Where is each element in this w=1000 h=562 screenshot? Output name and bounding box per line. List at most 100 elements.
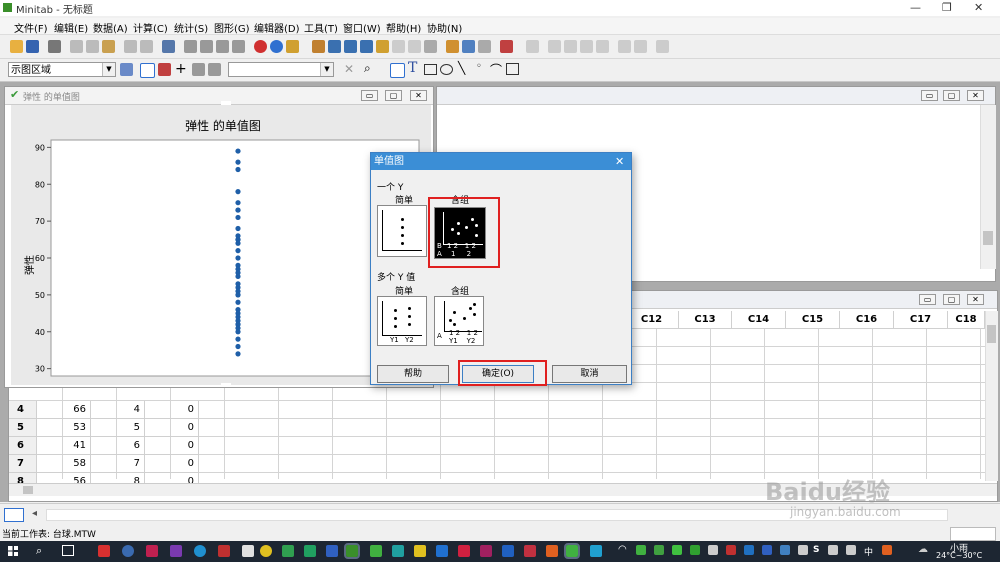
- worksheet-vertical-scrollbar[interactable]: [985, 311, 998, 481]
- app-icon[interactable]: [218, 545, 230, 557]
- graph-area[interactable]: 弹性 的单值图 弹性 30 40 50 60 70 80 90: [7, 101, 431, 387]
- info-icon[interactable]: [360, 40, 373, 53]
- ruler-icon[interactable]: [656, 40, 669, 53]
- session-window-icon[interactable]: [312, 40, 325, 53]
- column-header-c14[interactable]: C14: [732, 311, 786, 329]
- statguide-icon[interactable]: [286, 40, 299, 53]
- set-id-icon[interactable]: [564, 40, 577, 53]
- column-header-c16[interactable]: C16: [840, 311, 894, 329]
- close-icon[interactable]: ✕: [967, 90, 984, 101]
- app-icon[interactable]: [590, 545, 602, 557]
- open-icon[interactable]: [10, 40, 23, 53]
- multi-y-with-groups-option[interactable]: A 1 2 1 2 Y1 Y2: [434, 296, 484, 346]
- delete-icon[interactable]: ✕: [344, 62, 354, 76]
- data-point[interactable]: [235, 148, 241, 154]
- tray-icon[interactable]: [672, 545, 682, 555]
- cell[interactable]: 7: [91, 455, 145, 473]
- data-point[interactable]: [235, 240, 241, 246]
- eraser-icon[interactable]: [634, 40, 647, 53]
- data-point[interactable]: [235, 166, 241, 173]
- polyline-tool-icon[interactable]: ⌒: [490, 61, 502, 78]
- app-icon[interactable]: [282, 545, 294, 557]
- insert-column-icon[interactable]: [200, 40, 213, 53]
- layout-icon[interactable]: [446, 40, 459, 53]
- tray-icon[interactable]: [828, 545, 838, 555]
- history-icon[interactable]: [376, 40, 389, 53]
- app-icon[interactable]: [546, 545, 558, 557]
- data-point[interactable]: [235, 248, 241, 254]
- tile-icon[interactable]: [478, 40, 491, 53]
- find-icon[interactable]: [216, 40, 229, 53]
- redo-icon[interactable]: [140, 40, 153, 53]
- maximize-icon[interactable]: ▢: [385, 90, 402, 101]
- app-icon[interactable]: [370, 545, 382, 557]
- app-icon[interactable]: [98, 545, 110, 557]
- selection-handle[interactable]: [7, 245, 11, 255]
- onenote-icon[interactable]: [170, 545, 182, 557]
- cell[interactable]: 66: [37, 401, 91, 419]
- rectangle-tool-icon[interactable]: [424, 64, 437, 75]
- data-point[interactable]: [235, 189, 241, 195]
- data-point[interactable]: [235, 336, 241, 342]
- copy-icon[interactable]: [86, 40, 99, 53]
- app-icon[interactable]: [480, 545, 492, 557]
- app-icon[interactable]: [304, 545, 316, 557]
- menu-tools[interactable]: 工具(T): [304, 20, 338, 35]
- menu-assist[interactable]: 协助(N): [427, 20, 462, 35]
- sheet-tab-icon[interactable]: [4, 508, 24, 522]
- paste-icon[interactable]: [102, 40, 115, 53]
- menu-editor[interactable]: 编辑器(D): [254, 20, 300, 35]
- app-icon[interactable]: [458, 545, 470, 557]
- data-point[interactable]: [235, 200, 241, 206]
- data-point[interactable]: [235, 255, 241, 261]
- column-icon[interactable]: [596, 40, 609, 53]
- search-icon[interactable]: ⌕: [36, 544, 42, 558]
- font-combo[interactable]: ▼: [228, 62, 334, 77]
- weather-icon[interactable]: ☁: [918, 544, 928, 555]
- scroll-thumb[interactable]: [23, 486, 33, 494]
- cell[interactable]: 5: [91, 419, 145, 437]
- menu-window[interactable]: 窗口(W): [343, 20, 381, 35]
- select-region-icon[interactable]: [120, 63, 133, 76]
- selection-handle[interactable]: [221, 101, 231, 105]
- flag-icon[interactable]: [192, 63, 205, 76]
- ime-indicator[interactable]: 中: [864, 545, 873, 558]
- cancel-button[interactable]: 取消: [552, 365, 627, 383]
- help-icon[interactable]: [270, 40, 283, 53]
- menu-help[interactable]: 帮助(H): [386, 20, 421, 35]
- individual-value-plot[interactable]: 弹性 的单值图 弹性 30405060708090: [11, 105, 431, 385]
- ellipse-tool-icon[interactable]: [440, 64, 453, 75]
- minimize-icon[interactable]: ▭: [919, 294, 936, 305]
- chart-title[interactable]: 弹性 的单值图: [185, 118, 261, 133]
- weather-temperature[interactable]: 24°C~30°C: [936, 551, 982, 560]
- close-icon[interactable]: ✕: [410, 90, 427, 101]
- minimize-icon[interactable]: ▭: [921, 90, 938, 101]
- app-icon[interactable]: [392, 545, 404, 557]
- app-icon[interactable]: [524, 545, 536, 557]
- column-header-c15[interactable]: C15: [786, 311, 840, 329]
- data-point[interactable]: [235, 159, 241, 165]
- data-point[interactable]: [235, 299, 241, 305]
- new-window-icon[interactable]: [424, 40, 437, 53]
- menu-stat[interactable]: 统计(S): [174, 20, 208, 35]
- menu-calc[interactable]: 计算(C): [133, 20, 168, 35]
- report-pad-icon[interactable]: [392, 40, 405, 53]
- close-icon[interactable]: ✕: [615, 153, 624, 170]
- tray-icon[interactable]: [798, 545, 808, 555]
- cell[interactable]: 4: [91, 401, 145, 419]
- app-icon[interactable]: [414, 545, 426, 557]
- help-button[interactable]: 帮助: [377, 365, 449, 383]
- row-header[interactable]: 6: [9, 437, 37, 455]
- cell[interactable]: 41: [37, 437, 91, 455]
- minimize-icon[interactable]: —: [910, 1, 921, 14]
- chrome-icon[interactable]: [260, 545, 272, 557]
- data-point[interactable]: [235, 343, 241, 350]
- zoom-icon[interactable]: ⌕: [364, 61, 371, 76]
- tray-icon[interactable]: [726, 545, 736, 555]
- dot-tool-icon[interactable]: ◦: [476, 61, 482, 72]
- scroll-thumb[interactable]: [983, 231, 993, 245]
- tray-icon[interactable]: [846, 545, 856, 555]
- delete-graphs-icon[interactable]: [500, 40, 513, 53]
- row-icon[interactable]: [580, 40, 593, 53]
- line-tool-icon[interactable]: ╲: [458, 61, 465, 75]
